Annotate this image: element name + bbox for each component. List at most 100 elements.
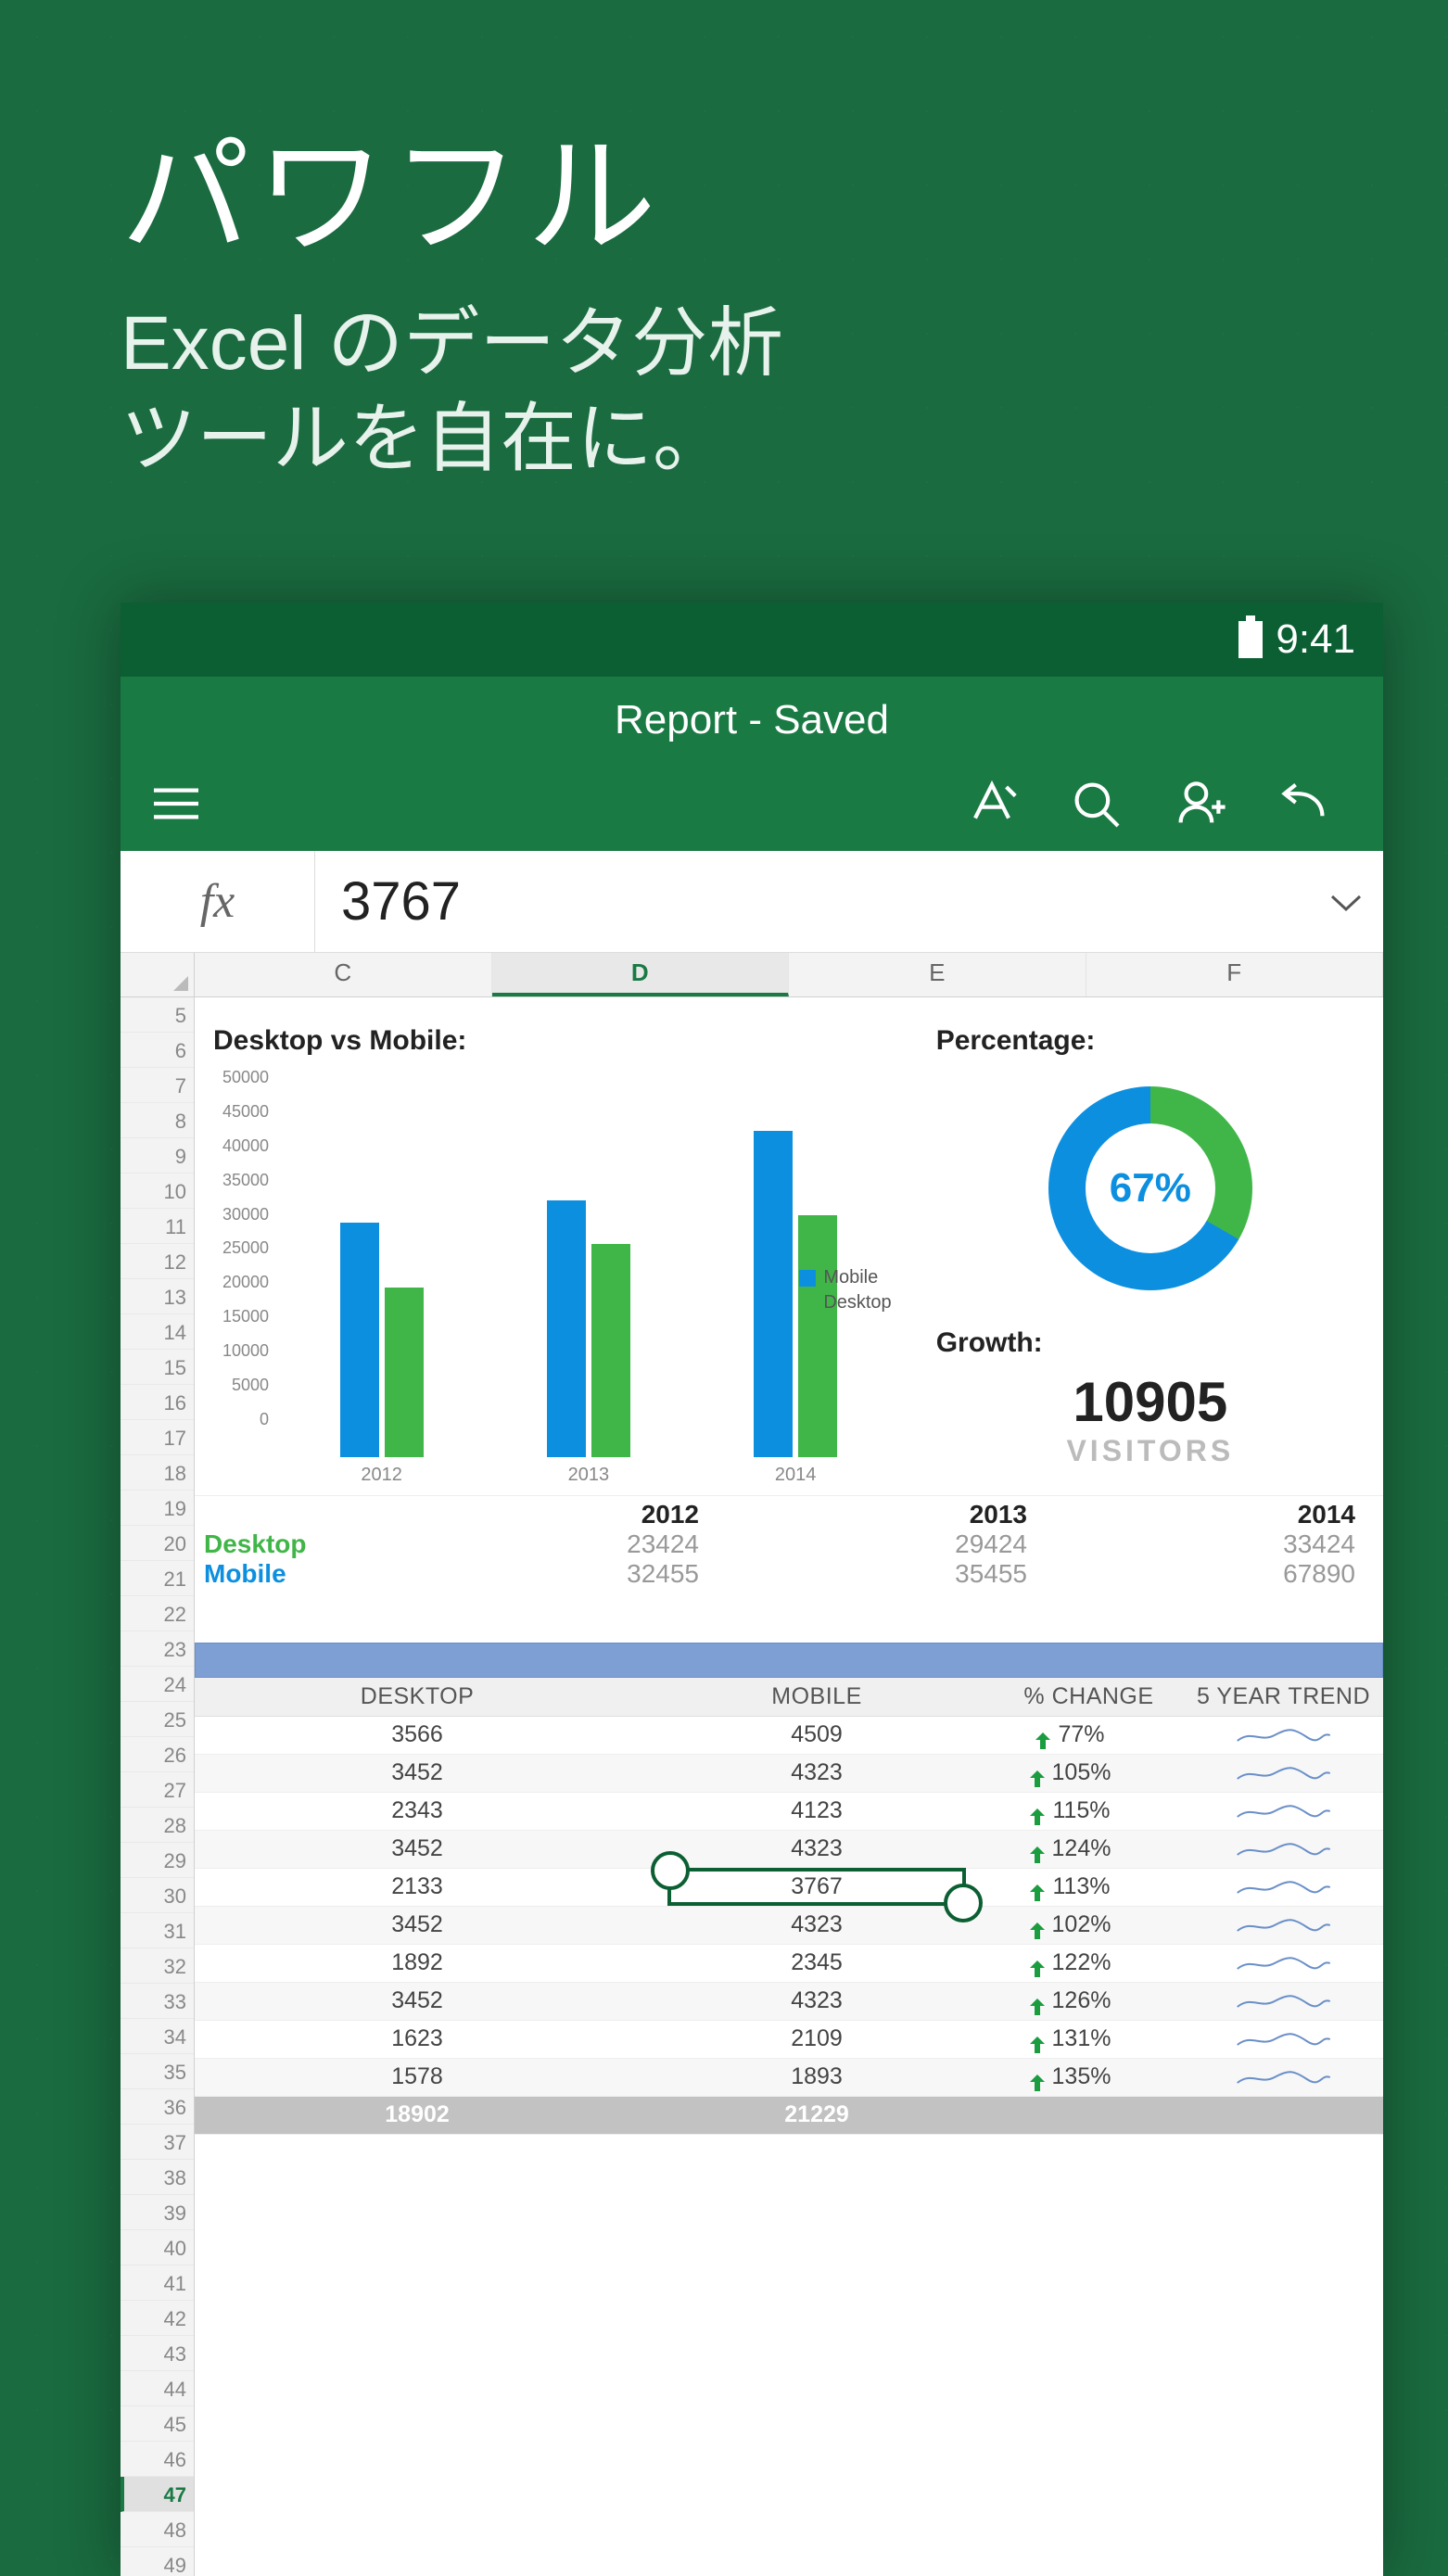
cell-change[interactable]: 77% [994,1716,1184,1754]
row-header-32[interactable]: 32 [121,1948,194,1984]
row-header-22[interactable]: 22 [121,1596,194,1631]
row-header-44[interactable]: 44 [121,2371,194,2406]
column-header-E[interactable]: E [789,953,1086,996]
row-header-27[interactable]: 27 [121,1772,194,1808]
cell-desktop[interactable]: 2343 [195,1792,640,1830]
share-icon[interactable] [1172,780,1227,827]
cell-mobile[interactable]: 4323 [640,1982,994,2020]
table-row[interactable]: 21333767113% [195,1868,1383,1906]
row-header-5[interactable]: 5 [121,997,194,1033]
row-header-42[interactable]: 42 [121,2301,194,2336]
cell-desktop[interactable]: 1623 [195,2020,640,2058]
row-header-12[interactable]: 12 [121,1244,194,1279]
row-header-33[interactable]: 33 [121,1984,194,2019]
row-header-24[interactable]: 24 [121,1667,194,1702]
cell-desktop[interactable]: 1892 [195,1944,640,1982]
row-header-23[interactable]: 23 [121,1631,194,1667]
cell-mobile[interactable]: 4323 [640,1906,994,1944]
cell-desktop[interactable]: 3452 [195,1982,640,2020]
cell-change[interactable]: 126% [994,1982,1184,2020]
row-header-28[interactable]: 28 [121,1808,194,1843]
row-header-37[interactable]: 37 [121,2125,194,2160]
cell-change[interactable]: 131% [994,2020,1184,2058]
cell-mobile[interactable]: 2109 [640,2020,994,2058]
format-icon[interactable] [964,780,1020,827]
cell-change[interactable]: 115% [994,1792,1184,1830]
cells-canvas[interactable]: Desktop vs Mobile: 500004500040000350003… [195,997,1383,2576]
row-header-13[interactable]: 13 [121,1279,194,1314]
table-row[interactable]: 34524323105% [195,1754,1383,1792]
row-header-35[interactable]: 35 [121,2054,194,2089]
cell-change[interactable]: 113% [994,1868,1184,1906]
menu-icon[interactable] [148,780,204,827]
table-row[interactable]: 16232109131% [195,2020,1383,2058]
cell-desktop[interactable]: 3452 [195,1754,640,1792]
row-header-19[interactable]: 19 [121,1491,194,1526]
row-header-47[interactable]: 47 [121,2477,194,2512]
row-header-8[interactable]: 8 [121,1103,194,1138]
table-row[interactable]: 3566450977% [195,1716,1383,1754]
row-header-25[interactable]: 25 [121,1702,194,1737]
column-header-C[interactable]: C [195,953,492,996]
row-header-18[interactable]: 18 [121,1455,194,1491]
spreadsheet-body[interactable]: 5678910111213141516171819202122232425262… [121,997,1383,2576]
cell-desktop[interactable]: 3452 [195,1830,640,1868]
row-header-34[interactable]: 34 [121,2019,194,2054]
table-row[interactable]: 34524323124% [195,1830,1383,1868]
row-header-7[interactable]: 7 [121,1068,194,1103]
cell-desktop[interactable]: 3452 [195,1906,640,1944]
search-icon[interactable] [1068,780,1124,827]
row-header-11[interactable]: 11 [121,1209,194,1244]
row-header-38[interactable]: 38 [121,2160,194,2195]
row-header-14[interactable]: 14 [121,1314,194,1350]
column-header-F[interactable]: F [1086,953,1384,996]
cell-desktop[interactable]: 2133 [195,1868,640,1906]
row-header-15[interactable]: 15 [121,1350,194,1385]
fx-label[interactable]: fx [121,851,315,952]
cell-change[interactable]: 124% [994,1830,1184,1868]
row-header-36[interactable]: 36 [121,2089,194,2125]
row-header-40[interactable]: 40 [121,2230,194,2265]
row-header-9[interactable]: 9 [121,1138,194,1174]
cell-mobile[interactable]: 3767 [640,1868,994,1906]
cell-mobile[interactable]: 4123 [640,1792,994,1830]
cell-change[interactable]: 105% [994,1754,1184,1792]
cell-mobile[interactable]: 4323 [640,1830,994,1868]
table-row[interactable]: 34524323102% [195,1906,1383,1944]
row-header-17[interactable]: 17 [121,1420,194,1455]
row-header-45[interactable]: 45 [121,2406,194,2442]
row-header-6[interactable]: 6 [121,1033,194,1068]
row-header-30[interactable]: 30 [121,1878,194,1913]
row-header-21[interactable]: 21 [121,1561,194,1596]
row-header-29[interactable]: 29 [121,1843,194,1878]
cell-mobile[interactable]: 4509 [640,1716,994,1754]
row-header-16[interactable]: 16 [121,1385,194,1420]
table-row[interactable]: 15781893135% [195,2058,1383,2096]
row-header-20[interactable]: 20 [121,1526,194,1561]
row-header-49[interactable]: 49 [121,2547,194,2576]
table-row[interactable]: 23434123115% [195,1792,1383,1830]
formula-value[interactable]: 3767 [315,870,1309,933]
row-header-41[interactable]: 41 [121,2265,194,2301]
row-header-48[interactable]: 48 [121,2512,194,2547]
undo-icon[interactable] [1276,780,1331,827]
table-row[interactable]: 18922345122% [195,1944,1383,1982]
column-header-D[interactable]: D [492,953,790,996]
select-all-corner[interactable] [121,953,195,996]
row-header-10[interactable]: 10 [121,1174,194,1209]
cell-change[interactable]: 135% [994,2058,1184,2096]
row-header-26[interactable]: 26 [121,1737,194,1772]
row-header-43[interactable]: 43 [121,2336,194,2371]
row-header-46[interactable]: 46 [121,2442,194,2477]
cell-mobile[interactable]: 2345 [640,1944,994,1982]
cell-change[interactable]: 122% [994,1944,1184,1982]
cell-change[interactable]: 102% [994,1906,1184,1944]
table-row[interactable]: 34524323126% [195,1982,1383,2020]
cell-desktop[interactable]: 3566 [195,1716,640,1754]
cell-mobile[interactable]: 1893 [640,2058,994,2096]
cell-desktop[interactable]: 1578 [195,2058,640,2096]
chevron-down-icon[interactable] [1309,881,1383,922]
row-header-39[interactable]: 39 [121,2195,194,2230]
cell-mobile[interactable]: 4323 [640,1754,994,1792]
row-header-31[interactable]: 31 [121,1913,194,1948]
